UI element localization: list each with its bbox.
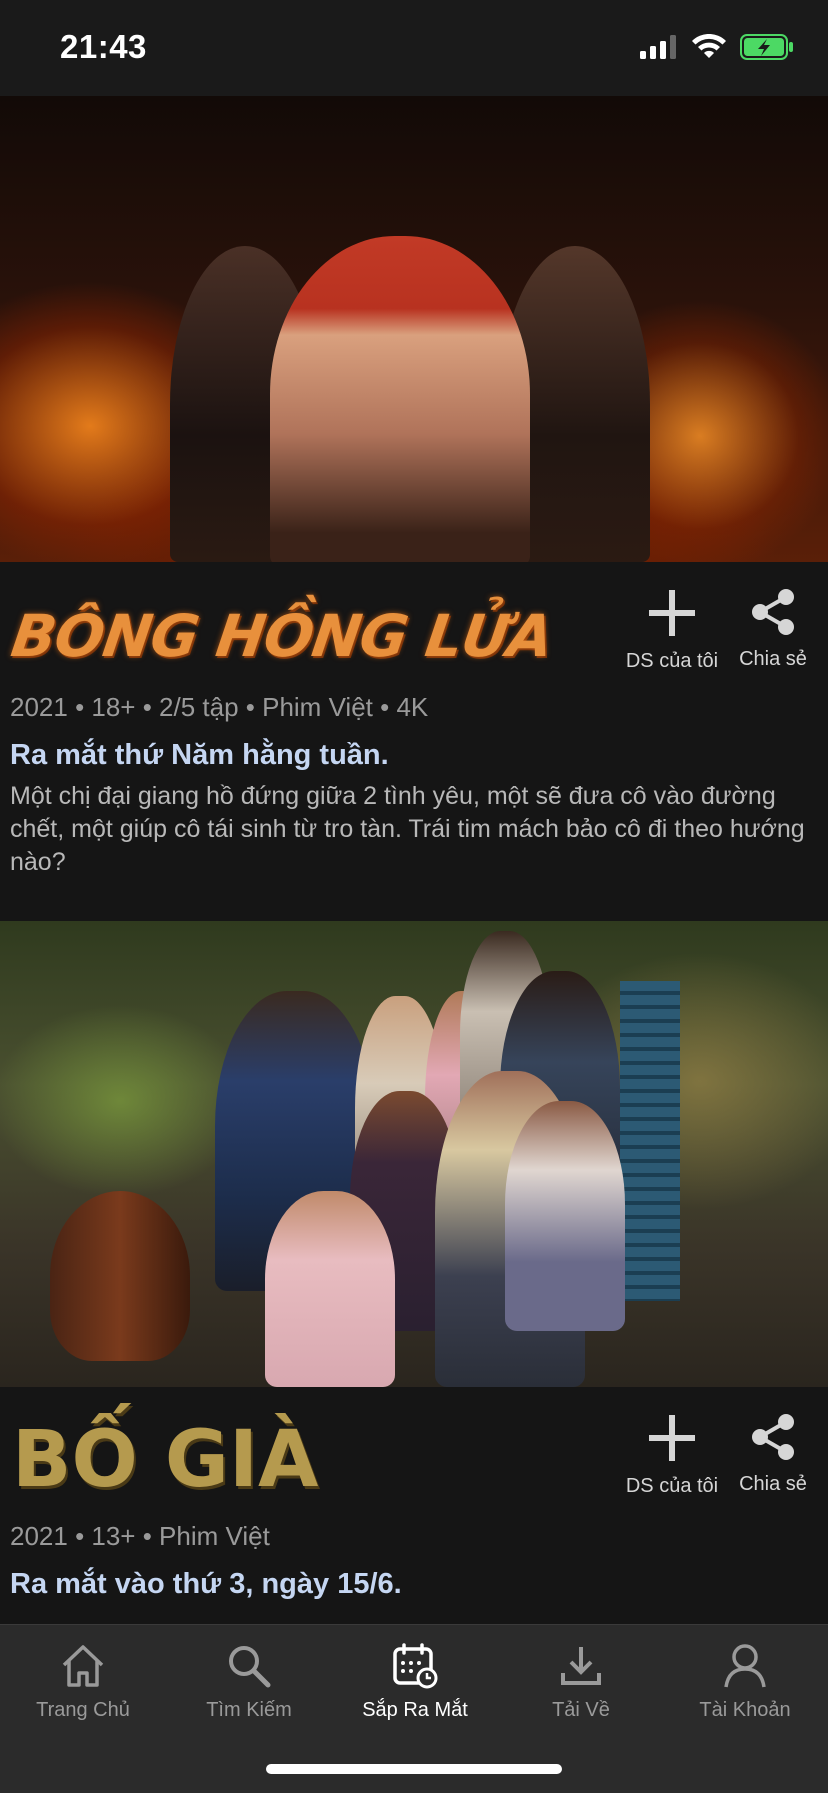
share-icon — [752, 1414, 794, 1460]
tab-coming-soon[interactable]: Sắp Ra Mắt — [332, 1643, 498, 1722]
share-button[interactable]: Chia sẻ — [718, 1413, 828, 1496]
my-list-label: DS của tôi — [625, 1475, 719, 1497]
title-card: BỐ GIÀ DS của tôi Chia sẻ 2021 • 13+ • P… — [0, 921, 828, 1601]
artwork-figure — [505, 1101, 625, 1331]
release-tagline: Ra mắt thứ Năm hằng tuần. — [10, 739, 389, 771]
title-card: BÔNG HỒNG LỬA DS của tôi Chia sẻ 2021 • … — [0, 96, 828, 921]
tab-search[interactable]: Tìm Kiếm — [166, 1643, 332, 1722]
download-icon — [561, 1647, 601, 1685]
divider — [0, 879, 828, 921]
wifi-icon — [692, 34, 726, 58]
status-icons — [640, 34, 794, 60]
title-row: BỐ GIÀ DS của tôi Chia sẻ — [0, 1387, 828, 1517]
coming-soon-feed[interactable]: BÔNG HỒNG LỬA DS của tôi Chia sẻ 2021 • … — [0, 96, 828, 1624]
my-list-label: DS của tôi — [625, 650, 719, 672]
tab-home[interactable]: Trang Chủ — [0, 1643, 166, 1722]
artwork-figure — [265, 1191, 395, 1387]
home-indicator[interactable] — [266, 1764, 562, 1774]
plus-icon — [649, 590, 695, 636]
status-time: 21:43 — [60, 28, 147, 65]
title-description: Một chị đại giang hồ đứng giữa 2 tình yê… — [10, 782, 805, 876]
tab-label: Sắp Ra Mắt — [362, 1699, 468, 1721]
my-list-button[interactable]: DS của tôi — [617, 588, 727, 673]
share-icon — [752, 589, 794, 635]
artwork-shutter — [620, 981, 680, 1301]
artwork-figure — [270, 236, 530, 562]
tab-downloads[interactable]: Tải Về — [498, 1643, 664, 1722]
calendar-icon — [393, 1643, 438, 1689]
release-tagline: Ra mắt vào thứ 3, ngày 15/6. — [10, 1568, 402, 1600]
home-icon — [62, 1645, 104, 1687]
tab-label: Tìm Kiếm — [206, 1699, 292, 1721]
title-artwork[interactable] — [0, 96, 828, 562]
share-label: Chia sẻ — [739, 1473, 807, 1495]
title-meta: 2021 • 13+ • Phim Việt — [10, 1521, 270, 1551]
tab-label: Tài Khoản — [699, 1699, 791, 1721]
status-bar: 21:43 — [0, 0, 828, 96]
tab-account[interactable]: Tài Khoản — [662, 1643, 828, 1722]
artwork-pot — [50, 1191, 190, 1361]
title-logo: BỐ GIÀ — [12, 1415, 319, 1505]
battery-charging-icon — [740, 34, 793, 60]
title-row: BÔNG HỒNG LỬA DS của tôi Chia sẻ — [0, 562, 828, 692]
tab-label: Trang Chủ — [36, 1699, 130, 1721]
title-artwork[interactable] — [0, 921, 828, 1387]
title-meta: 2021 • 18+ • 2/5 tập • Phim Việt • 4K — [10, 692, 429, 722]
share-button[interactable]: Chia sẻ — [718, 588, 828, 671]
tab-label: Tải Về — [552, 1699, 610, 1721]
cellular-signal-icon — [640, 35, 676, 59]
account-icon — [724, 1644, 766, 1688]
share-label: Chia sẻ — [739, 648, 807, 670]
plus-icon — [649, 1415, 695, 1461]
my-list-button[interactable]: DS của tôi — [617, 1413, 727, 1498]
search-icon — [229, 1646, 271, 1688]
title-logo: BÔNG HỒNG LỬA — [7, 602, 557, 670]
